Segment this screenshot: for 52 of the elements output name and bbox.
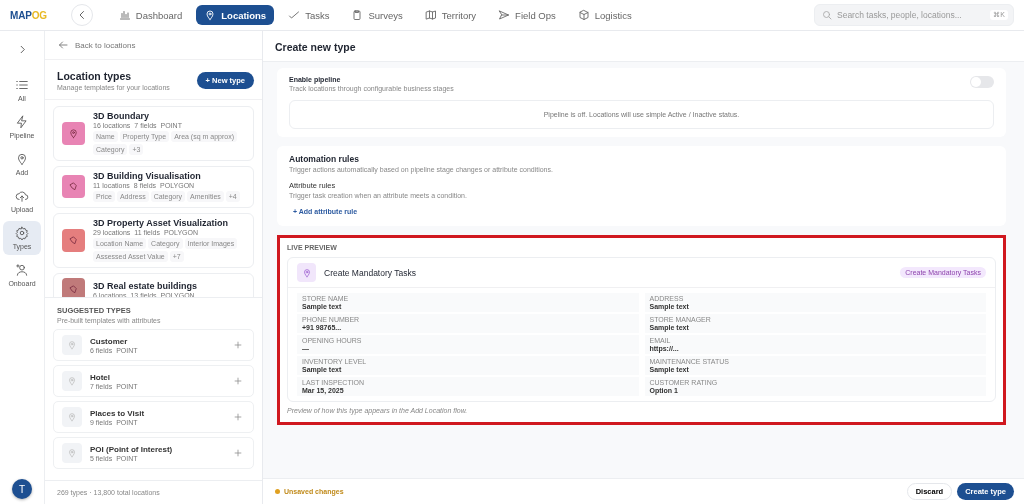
polygon-icon [68,234,79,246]
plus-icon [233,411,243,422]
map-pin-icon [68,127,79,139]
plus-icon [233,447,243,458]
type-name: Places to Visit [90,408,146,418]
type-name: Hotel [90,372,111,382]
nav-tab[interactable]: Tasks [280,5,338,25]
polygon-icon [68,284,79,295]
type-name: 3D Real estate buildings [93,280,199,291]
arrow-left-icon [57,39,69,51]
list-icon [15,78,29,92]
back-link[interactable]: Back to locations [45,31,262,60]
avatar[interactable]: T [12,479,32,499]
nav-tab[interactable]: Logistics [569,5,640,25]
type-name: POI (Point of Interest) [90,444,174,454]
map-pin-icon [301,267,312,278]
map-pin-icon [204,9,217,21]
cloud-upload-icon [15,189,29,203]
paper-plane-icon [498,9,511,21]
map-pin-icon [67,412,77,422]
page-title: Create new type [263,31,1024,62]
nav-tab[interactable]: Locations [196,5,275,25]
plus-icon [233,375,243,386]
panel-title: Location types [57,70,133,82]
settings-icon [15,226,29,240]
toggle-switch[interactable] [970,76,994,88]
back-button[interactable] [70,4,93,26]
clipboard-icon [351,9,364,21]
bar-chart-icon [118,9,131,21]
nav-tab[interactable]: Surveys [343,5,411,25]
map-pin-icon [67,448,77,458]
type-name: Customer [90,336,129,346]
lightning-icon [15,115,29,129]
nav-tab[interactable]: Field Ops [490,5,564,25]
nav-tab[interactable]: Territory [416,5,485,25]
type-name: 3D Boundary [93,111,150,121]
search-icon [821,9,833,21]
map-icon [424,9,437,21]
user-add-icon [15,263,29,277]
map-pin-icon [15,152,29,166]
plus-icon [233,339,243,350]
map-pin-icon [67,376,77,386]
logo: MAPOG [10,9,47,21]
card-title: Automation rules [289,154,360,164]
type-name: 3D Building Visualisation [93,171,202,181]
polygon-icon [68,181,79,192]
type-name: 3D Property Asset Visualization [93,218,230,228]
nav-tab[interactable]: Dashboard [110,5,191,25]
cube-icon [577,9,590,21]
type-name: Create Mandatory Tasks [324,267,417,278]
map-pin-icon [67,340,77,350]
check-icon [288,9,301,21]
